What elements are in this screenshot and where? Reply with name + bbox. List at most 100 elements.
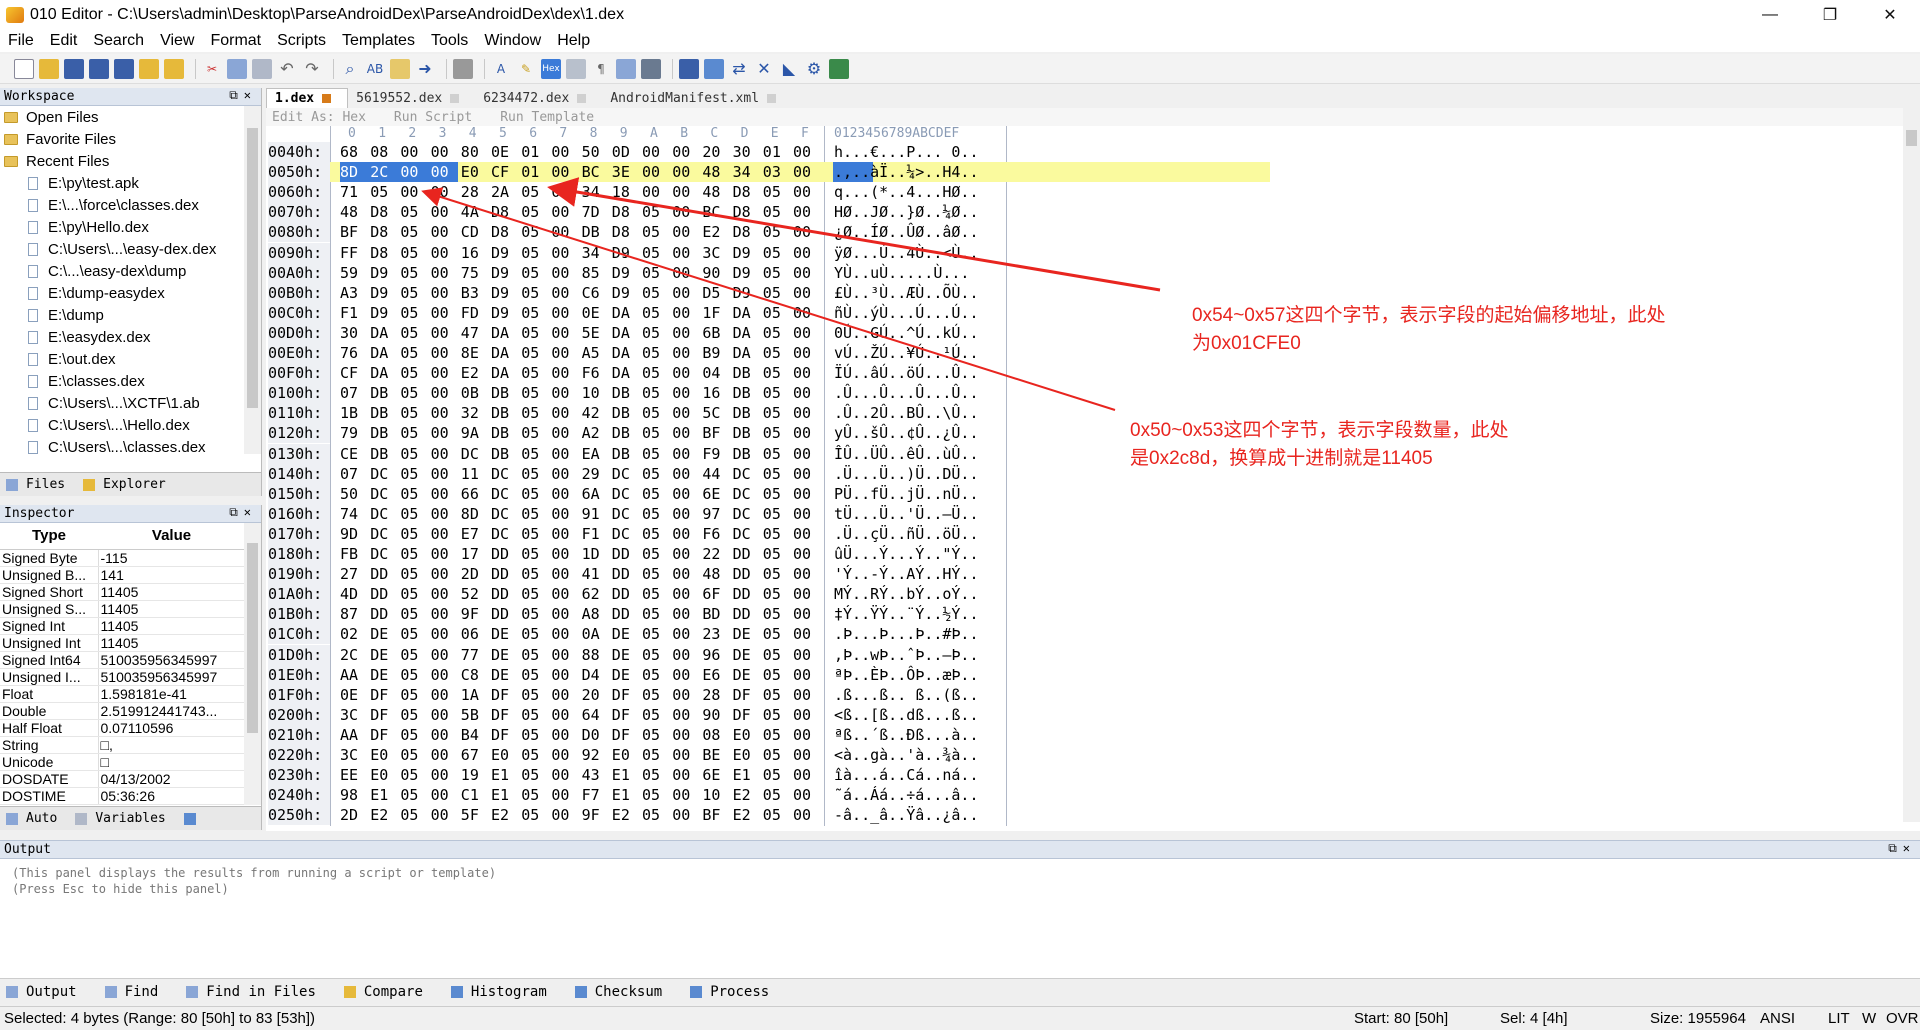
hex-byte[interactable]: 00 — [793, 544, 823, 564]
hex-byte[interactable]: 3C — [702, 243, 732, 263]
hex-byte[interactable]: 92 — [582, 745, 612, 765]
workspace-icon[interactable] — [164, 58, 184, 79]
hex-byte[interactable]: 00 — [672, 805, 702, 825]
hex-byte[interactable]: 68 — [340, 142, 370, 162]
hex-byte[interactable]: 05 — [400, 243, 430, 263]
hex-mode-icon[interactable]: Hex — [541, 58, 561, 79]
hex-byte[interactable]: DF — [370, 725, 400, 745]
hex-byte[interactable]: E1 — [612, 765, 642, 785]
hex-byte[interactable]: 01 — [763, 142, 793, 162]
hex-byte[interactable]: 05 — [521, 182, 551, 202]
menu-view[interactable]: View — [152, 32, 202, 50]
hex-byte[interactable]: 05 — [521, 464, 551, 484]
hex-byte[interactable]: E6 — [702, 665, 732, 685]
hex-byte[interactable]: 00 — [672, 484, 702, 504]
find-in-files-icon[interactable] — [390, 58, 410, 79]
hex-row[interactable]: 0090h: FF D8 05 00 16 D9 05 00 34 D9 05 00 3C D9 05 00 ÿØ… — [266, 242, 1906, 263]
hex-byte[interactable]: 05 — [400, 624, 430, 644]
hex-byte[interactable]: F1 — [582, 524, 612, 544]
hex-byte[interactable]: 05 — [642, 785, 672, 805]
hex-byte[interactable]: 00 — [672, 403, 702, 423]
hex-byte[interactable]: 10 — [702, 785, 732, 805]
hex-byte[interactable]: E2 — [733, 785, 763, 805]
hex-byte[interactable]: 00 — [551, 564, 581, 584]
hex-byte[interactable]: 05 — [642, 303, 672, 323]
hex-byte[interactable]: DB — [612, 423, 642, 443]
hex-byte[interactable]: D9 — [733, 263, 763, 283]
hex-row[interactable]: 0200h: 3C DF 05 00 5B DF 05 00 64 DF 05 00 90 DF 05 00 <ß… — [266, 704, 1906, 725]
hex-byte[interactable]: 05 — [763, 182, 793, 202]
hex-byte[interactable]: 00 — [551, 363, 581, 383]
hex-byte[interactable]: 2D — [340, 805, 370, 825]
hex-byte[interactable]: 00 — [672, 564, 702, 584]
hex-byte[interactable]: 02 — [340, 624, 370, 644]
ascii-text[interactable]: ÿØ...Ù..4Ù..<Ù.. — [834, 243, 979, 263]
recent-file-item[interactable]: C:\...\easy-dex\dump — [0, 260, 261, 282]
hex-byte[interactable]: 05 — [642, 423, 672, 443]
hex-byte[interactable]: DC — [370, 504, 400, 524]
hex-byte[interactable]: 05 — [763, 665, 793, 685]
editor-scrollbar[interactable] — [1903, 108, 1920, 822]
hex-byte[interactable]: 00 — [793, 504, 823, 524]
hex-byte[interactable]: DA — [370, 323, 400, 343]
hex-byte[interactable]: E2 — [370, 805, 400, 825]
hex-byte[interactable]: 00 — [431, 283, 461, 303]
hex-byte[interactable]: DF — [612, 705, 642, 725]
hex-byte[interactable]: 00 — [672, 323, 702, 343]
hex-byte[interactable]: DF — [612, 685, 642, 705]
hex-byte[interactable]: 00 — [672, 584, 702, 604]
inspector-row[interactable]: String □, — [0, 736, 245, 754]
run-script-dropdown[interactable]: Run Script — [394, 110, 472, 125]
hex-byte[interactable]: A2 — [582, 423, 612, 443]
hex-byte[interactable]: E1 — [491, 785, 521, 805]
hex-byte[interactable]: 07 — [340, 383, 370, 403]
hex-byte[interactable]: 00 — [431, 544, 461, 564]
tools-icon[interactable]: ✕ — [754, 59, 774, 79]
hex-byte[interactable]: 1A — [461, 685, 491, 705]
hex-byte[interactable]: DB — [733, 444, 763, 464]
hex-byte[interactable]: 05 — [521, 624, 551, 644]
hex-byte[interactable]: DB — [491, 423, 521, 443]
hex-byte[interactable]: 00 — [431, 383, 461, 403]
hex-byte[interactable]: DE — [733, 624, 763, 644]
hex-byte[interactable]: DB — [612, 444, 642, 464]
copy-icon[interactable] — [227, 58, 247, 79]
hex-byte[interactable]: 90 — [702, 705, 732, 725]
hex-byte[interactable]: 00 — [793, 725, 823, 745]
hex-byte[interactable]: D8 — [733, 222, 763, 242]
hex-byte[interactable]: EE — [340, 765, 370, 785]
file-tab-6234472-dex[interactable]: 6234472.dex — [475, 88, 602, 108]
hex-byte[interactable]: E1 — [370, 785, 400, 805]
hex-byte[interactable]: DD — [612, 584, 642, 604]
hex-byte[interactable]: 00 — [551, 805, 581, 825]
hex-byte[interactable]: 00 — [431, 323, 461, 343]
hex-byte[interactable]: DC — [370, 544, 400, 564]
hex-byte[interactable]: 00 — [551, 343, 581, 363]
hex-byte[interactable]: 20 — [702, 142, 732, 162]
hex-byte[interactable]: 05 — [642, 363, 672, 383]
ascii-text[interactable]: ûÜ...Ý...Ý.."Ý.. — [834, 544, 979, 564]
hex-row[interactable]: 0160h: 74 DC 05 00 8D DC 05 00 91 DC 05 00 97 DC 05 00 tÜ… — [266, 503, 1906, 524]
hex-byte[interactable]: 48 — [702, 564, 732, 584]
hex-byte[interactable]: 00 — [793, 142, 823, 162]
run-template-dropdown[interactable]: Run Template — [500, 110, 594, 125]
hex-byte[interactable]: 00 — [672, 524, 702, 544]
hex-byte[interactable]: 05 — [642, 705, 672, 725]
hex-byte[interactable]: DD — [491, 584, 521, 604]
hex-byte[interactable]: 05 — [642, 765, 672, 785]
tree-open-files[interactable]: Open Files — [0, 106, 261, 128]
hex-byte[interactable]: 00 — [551, 444, 581, 464]
hex-byte[interactable]: 05 — [400, 544, 430, 564]
hex-byte[interactable]: 18 — [612, 182, 642, 202]
hex-byte[interactable]: DE — [491, 624, 521, 644]
hex-byte[interactable]: DB — [491, 444, 521, 464]
hex-byte[interactable]: 5E — [582, 323, 612, 343]
hex-byte[interactable]: D9 — [491, 243, 521, 263]
hex-byte[interactable]: 05 — [521, 484, 551, 504]
menu-edit[interactable]: Edit — [42, 32, 86, 50]
file-tab-androidmanifest[interactable]: AndroidManifest.xml — [602, 88, 792, 108]
hex-byte[interactable]: 00 — [551, 403, 581, 423]
hex-byte[interactable]: 05 — [521, 544, 551, 564]
hex-byte[interactable]: 05 — [642, 584, 672, 604]
hex-byte[interactable]: 05 — [763, 685, 793, 705]
